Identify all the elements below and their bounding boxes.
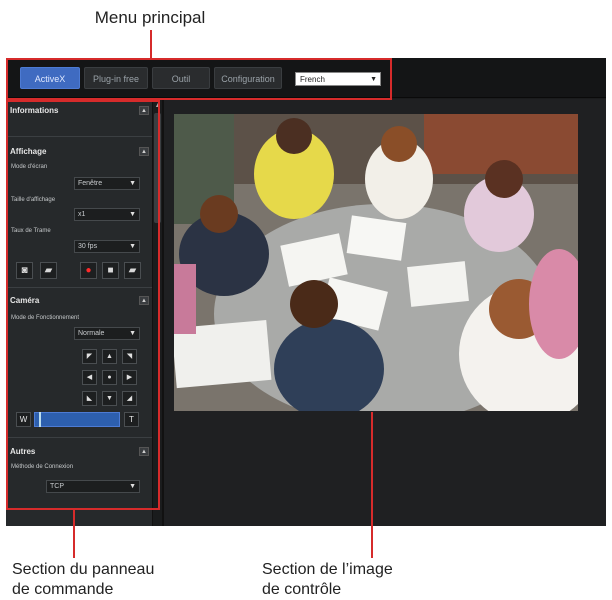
callout-monitor-line1: Section de l’image [262, 561, 393, 578]
monitor-image [174, 114, 578, 411]
callout-control-panel-line2: de commande [12, 581, 114, 598]
callout-control-panel: Section du panneau de commande [12, 560, 252, 600]
callout-monitor-line2: de contrôle [262, 581, 342, 598]
callout-line-monitor [371, 412, 373, 558]
callout-line-main-menu [150, 30, 152, 60]
callout-line-control-panel [73, 508, 75, 558]
callout-main-menu: Menu principal [94, 8, 206, 27]
annotated-screenshot: Menu principal ActiveX Plug-in free Outi… [0, 0, 612, 600]
callout-control-panel-line1: Section du panneau [12, 561, 155, 578]
monitor-image-section [164, 99, 606, 526]
highlight-control-panel [6, 100, 160, 510]
monitor-image-picture [174, 114, 578, 411]
callout-monitor-image: Section de l’image de contrôle [262, 560, 502, 600]
highlight-main-menu [6, 58, 392, 100]
